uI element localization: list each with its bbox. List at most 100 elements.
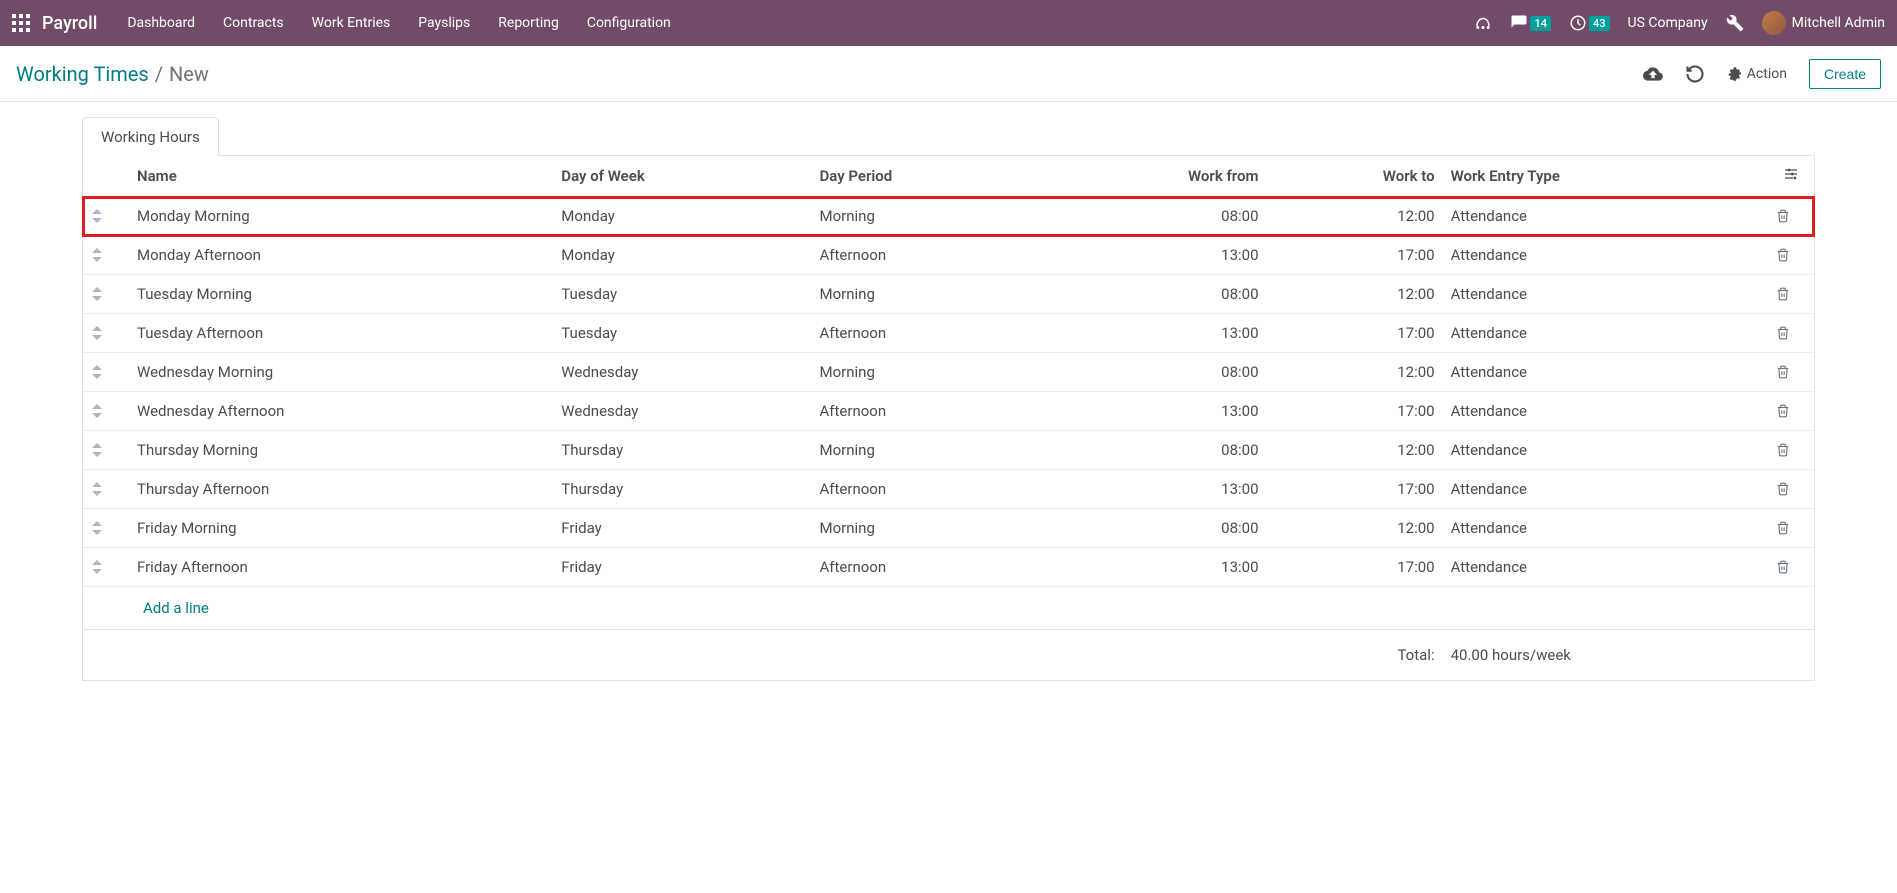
add-line[interactable]: Add a line <box>143 599 209 617</box>
menu-reporting[interactable]: Reporting <box>498 15 559 31</box>
cell-day[interactable]: Friday <box>553 509 811 548</box>
delete-row-icon[interactable] <box>1768 392 1814 431</box>
cell-day[interactable]: Wednesday <box>553 392 811 431</box>
cell-period[interactable]: Morning <box>812 431 1042 470</box>
apps-menu-icon[interactable] <box>12 14 30 32</box>
cell-day[interactable]: Tuesday <box>553 275 811 314</box>
cell-work-from[interactable]: 13:00 <box>1042 236 1267 275</box>
activities-icon[interactable]: 43 <box>1569 14 1610 32</box>
table-row[interactable]: Tuesday MorningTuesdayMorning08:0012:00A… <box>83 275 1814 314</box>
cell-work-to[interactable]: 17:00 <box>1267 470 1443 509</box>
cell-work-to[interactable]: 12:00 <box>1267 353 1443 392</box>
table-row[interactable]: Thursday MorningThursdayMorning08:0012:0… <box>83 431 1814 470</box>
cell-day[interactable]: Thursday <box>553 431 811 470</box>
user-menu[interactable]: Mitchell Admin <box>1762 11 1885 35</box>
menu-configuration[interactable]: Configuration <box>587 15 671 31</box>
cell-work-entry-type[interactable]: Attendance <box>1443 314 1768 353</box>
cell-work-to[interactable]: 12:00 <box>1267 431 1443 470</box>
cell-period[interactable]: Afternoon <box>812 548 1042 587</box>
cell-work-from[interactable]: 13:00 <box>1042 392 1267 431</box>
table-row[interactable]: Thursday AfternoonThursdayAfternoon13:00… <box>83 470 1814 509</box>
cell-name[interactable]: Thursday Afternoon <box>129 470 553 509</box>
drag-handle-icon[interactable] <box>83 236 129 275</box>
cell-work-from[interactable]: 08:00 <box>1042 197 1267 236</box>
cell-name[interactable]: Tuesday Afternoon <box>129 314 553 353</box>
cell-period[interactable]: Afternoon <box>812 470 1042 509</box>
cell-work-to[interactable]: 12:00 <box>1267 275 1443 314</box>
cell-work-from[interactable]: 13:00 <box>1042 548 1267 587</box>
cell-work-to[interactable]: 17:00 <box>1267 236 1443 275</box>
support-icon[interactable] <box>1474 14 1492 32</box>
cell-period[interactable]: Morning <box>812 275 1042 314</box>
table-row[interactable]: Wednesday MorningWednesdayMorning08:0012… <box>83 353 1814 392</box>
drag-handle-icon[interactable] <box>83 392 129 431</box>
delete-row-icon[interactable] <box>1768 431 1814 470</box>
drag-handle-icon[interactable] <box>83 353 129 392</box>
cell-period[interactable]: Afternoon <box>812 392 1042 431</box>
cell-day[interactable]: Tuesday <box>553 314 811 353</box>
create-button[interactable]: Create <box>1809 59 1881 89</box>
cell-name[interactable]: Monday Morning <box>129 197 553 236</box>
breadcrumb-link[interactable]: Working Times <box>16 62 149 86</box>
cell-work-from[interactable]: 08:00 <box>1042 353 1267 392</box>
cell-work-from[interactable]: 13:00 <box>1042 470 1267 509</box>
cell-work-to[interactable]: 17:00 <box>1267 548 1443 587</box>
action-button[interactable]: Action <box>1727 66 1787 82</box>
cell-period[interactable]: Morning <box>812 509 1042 548</box>
table-row[interactable]: Wednesday AfternoonWednesdayAfternoon13:… <box>83 392 1814 431</box>
cell-work-entry-type[interactable]: Attendance <box>1443 197 1768 236</box>
tab-working-hours[interactable]: Working Hours <box>82 117 219 156</box>
col-work-entry-type[interactable]: Work Entry Type <box>1443 156 1768 197</box>
cell-name[interactable]: Monday Afternoon <box>129 236 553 275</box>
col-day-period[interactable]: Day Period <box>812 156 1042 197</box>
cell-day[interactable]: Monday <box>553 197 811 236</box>
delete-row-icon[interactable] <box>1768 470 1814 509</box>
delete-row-icon[interactable] <box>1768 314 1814 353</box>
cell-work-entry-type[interactable]: Attendance <box>1443 353 1768 392</box>
menu-dashboard[interactable]: Dashboard <box>127 15 195 31</box>
company-selector[interactable]: US Company <box>1628 15 1708 31</box>
cell-name[interactable]: Thursday Morning <box>129 431 553 470</box>
cell-period[interactable]: Afternoon <box>812 314 1042 353</box>
drag-handle-icon[interactable] <box>83 470 129 509</box>
drag-handle-icon[interactable] <box>83 431 129 470</box>
cell-day[interactable]: Wednesday <box>553 353 811 392</box>
cell-day[interactable]: Thursday <box>553 470 811 509</box>
cell-work-from[interactable]: 08:00 <box>1042 509 1267 548</box>
cell-name[interactable]: Tuesday Morning <box>129 275 553 314</box>
cell-day[interactable]: Monday <box>553 236 811 275</box>
cloud-save-icon[interactable] <box>1643 64 1663 84</box>
drag-handle-icon[interactable] <box>83 509 129 548</box>
col-options-icon[interactable] <box>1768 156 1814 197</box>
cell-name[interactable]: Friday Morning <box>129 509 553 548</box>
col-work-to[interactable]: Work to <box>1267 156 1443 197</box>
menu-payslips[interactable]: Payslips <box>418 15 470 31</box>
col-work-from[interactable]: Work from <box>1042 156 1267 197</box>
cell-work-entry-type[interactable]: Attendance <box>1443 275 1768 314</box>
cell-name[interactable]: Wednesday Afternoon <box>129 392 553 431</box>
messages-icon[interactable]: 14 <box>1510 14 1551 32</box>
cell-work-entry-type[interactable]: Attendance <box>1443 509 1768 548</box>
table-row[interactable]: Monday MorningMondayMorning08:0012:00Att… <box>83 197 1814 236</box>
table-row[interactable]: Tuesday AfternoonTuesdayAfternoon13:0017… <box>83 314 1814 353</box>
cell-name[interactable]: Friday Afternoon <box>129 548 553 587</box>
cell-work-from[interactable]: 08:00 <box>1042 275 1267 314</box>
cell-period[interactable]: Afternoon <box>812 236 1042 275</box>
cell-name[interactable]: Wednesday Morning <box>129 353 553 392</box>
cell-work-to[interactable]: 17:00 <box>1267 392 1443 431</box>
drag-handle-icon[interactable] <box>83 548 129 587</box>
cell-period[interactable]: Morning <box>812 197 1042 236</box>
drag-handle-icon[interactable] <box>83 314 129 353</box>
delete-row-icon[interactable] <box>1768 548 1814 587</box>
delete-row-icon[interactable] <box>1768 353 1814 392</box>
col-day-of-week[interactable]: Day of Week <box>553 156 811 197</box>
menu-contracts[interactable]: Contracts <box>223 15 284 31</box>
cell-work-entry-type[interactable]: Attendance <box>1443 236 1768 275</box>
cell-work-to[interactable]: 12:00 <box>1267 509 1443 548</box>
cell-work-to[interactable]: 17:00 <box>1267 314 1443 353</box>
drag-handle-icon[interactable] <box>83 275 129 314</box>
cell-work-entry-type[interactable]: Attendance <box>1443 392 1768 431</box>
cell-work-entry-type[interactable]: Attendance <box>1443 548 1768 587</box>
menu-work-entries[interactable]: Work Entries <box>312 15 391 31</box>
cell-work-from[interactable]: 13:00 <box>1042 314 1267 353</box>
